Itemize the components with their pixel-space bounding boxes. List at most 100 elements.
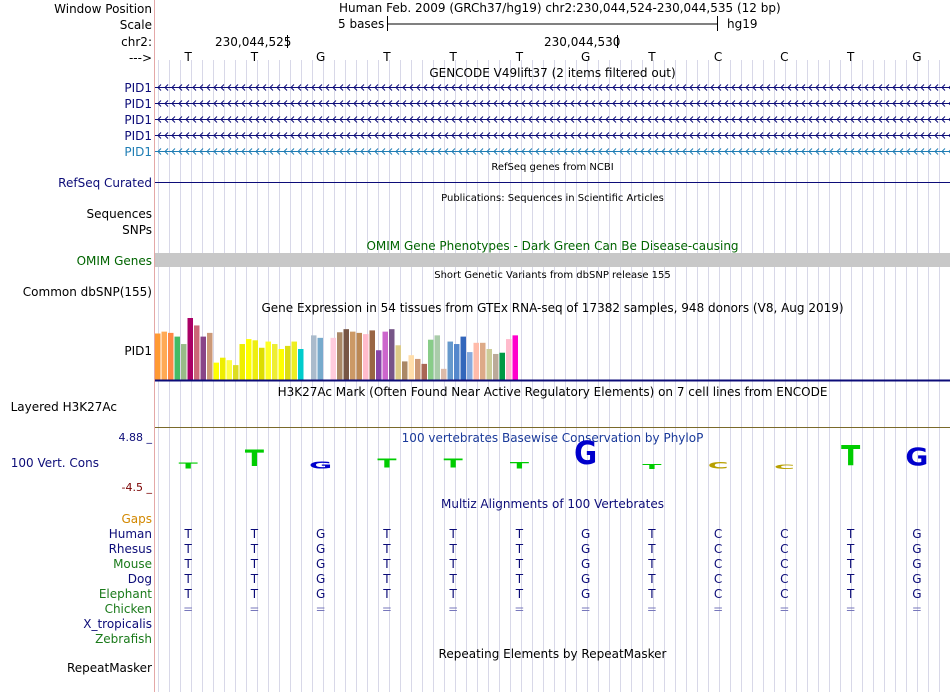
browser-track-area[interactable]: Human Feb. 2009 (GRCh37/hg19) chr2:230,0…: [155, 0, 950, 692]
gtex-gene-label[interactable]: PID1: [124, 344, 152, 358]
alignment-base: T: [383, 557, 391, 571]
reference-base: T: [515, 50, 524, 64]
species-label[interactable]: Human: [109, 527, 152, 541]
gtex-tissue-bar: [460, 336, 466, 380]
gtex-tissue-bar: [467, 352, 473, 380]
refseq-feature[interactable]: [155, 181, 950, 185]
alignment-base: C: [713, 572, 723, 586]
repeatmasker-title[interactable]: Repeating Elements by RepeatMasker: [155, 647, 950, 661]
gencode-item-label[interactable]: PID1: [124, 145, 152, 159]
omim-title[interactable]: OMIM Gene Phenotypes - Dark Green Can Be…: [155, 239, 950, 253]
species-label[interactable]: Rhesus: [109, 542, 152, 556]
gtex-tissue-bar: [506, 339, 512, 380]
alignment-base: C: [713, 542, 723, 556]
species-label[interactable]: X_tropicalis: [83, 617, 152, 631]
omim-feature-bar[interactable]: [155, 253, 950, 267]
alignment-base: T: [449, 572, 457, 586]
gtex-title[interactable]: Gene Expression in 54 tissues from GTEx …: [155, 301, 950, 315]
conservation-base-glyph: C: [774, 463, 795, 471]
publications-title[interactable]: Publications: Sequences in Scientific Ar…: [155, 193, 950, 205]
multiz-title[interactable]: Multiz Alignments of 100 Vertebrates: [155, 497, 950, 511]
gencode-title[interactable]: GENCODE V49lift37 (2 items filtered out): [155, 66, 950, 80]
h3k27ac-label[interactable]: Layered H3K27Ac: [11, 400, 117, 414]
gtex-tissue-bar: [298, 349, 304, 380]
gencode-item-label[interactable]: PID1: [124, 81, 152, 95]
conservation-base-glyph: T: [642, 462, 662, 471]
omim-genes-label[interactable]: OMIM Genes: [77, 254, 152, 268]
gencode-feature-4: [155, 148, 950, 155]
alignment-base: G: [912, 542, 922, 556]
alignment-base: T: [515, 542, 524, 556]
alignment-base: G: [315, 542, 326, 556]
gtex-tissue-bar: [421, 363, 427, 380]
reference-base: C: [780, 50, 789, 64]
gtex-tissue-bar: [304, 345, 310, 380]
gtex-tissue-bar: [447, 341, 453, 380]
gtex-tissue-bar: [285, 345, 291, 380]
refseq-title[interactable]: RefSeq genes from NCBI: [155, 162, 950, 174]
cons-ymin-label: -4.5 _: [121, 481, 152, 494]
common-dbsnp-label[interactable]: Common dbSNP(155): [23, 285, 152, 299]
alignment-base: T: [648, 557, 656, 571]
alignment-base: T: [449, 542, 457, 556]
alignment-base: T: [846, 527, 855, 541]
gtex-tissue-bar: [350, 331, 356, 380]
gtex-tissue-bar: [415, 358, 421, 380]
alignment-base: T: [648, 542, 656, 556]
alignment-base: G: [912, 572, 922, 586]
species-label[interactable]: Chicken: [105, 602, 152, 616]
gtex-tissue-bar: [473, 342, 479, 380]
reference-base: G: [315, 50, 326, 64]
alignment-base: G: [580, 527, 591, 541]
gtex-tissue-bar: [382, 331, 388, 380]
gtex-tissue-bar: [395, 345, 401, 380]
reference-base: T: [250, 50, 259, 64]
repeatmasker-label[interactable]: RepeatMasker: [67, 661, 152, 675]
species-label[interactable]: Dog: [128, 572, 152, 586]
gencode-item-label[interactable]: PID1: [124, 129, 152, 143]
gtex-tissue-bar: [376, 350, 382, 380]
alignment-base: G: [912, 557, 922, 571]
species-label[interactable]: Zebrafish: [95, 632, 152, 646]
gtex-tissue-bar: [512, 335, 518, 380]
gtex-tissue-bar: [291, 341, 297, 380]
species-label[interactable]: Mouse: [113, 557, 152, 571]
gtex-tissue-bar: [272, 344, 278, 380]
gtex-tissue-bar: [441, 368, 447, 380]
track-label-column: Window Position Scale chr2: ---> PID1 PI…: [0, 0, 155, 692]
gtex-tissue-bar: [363, 334, 369, 380]
alignment-base: C: [780, 542, 789, 556]
gencode-item-label[interactable]: PID1: [124, 97, 152, 111]
alignment-base: T: [383, 587, 391, 601]
gtex-tissue-bar: [259, 347, 265, 380]
reference-base: T: [184, 50, 192, 64]
alignment-base: T: [383, 572, 391, 586]
gtex-tissue-bar: [155, 333, 161, 380]
reference-base: G: [580, 50, 591, 64]
gtex-tissue-bar: [239, 344, 245, 380]
alignment-base: C: [780, 557, 789, 571]
gencode-item-label[interactable]: PID1: [124, 113, 152, 127]
alignment-base: T: [449, 557, 457, 571]
gtex-tissue-bar: [246, 339, 252, 380]
alignment-base: C: [713, 527, 723, 541]
gencode-feature-2: [155, 116, 950, 123]
cons-track-label[interactable]: 100 Vert. Cons: [11, 456, 99, 470]
gencode-features[interactable]: [155, 80, 950, 160]
alignment-base: =: [448, 602, 459, 616]
conservation-base-glyph: T: [377, 456, 397, 471]
h3k27ac-title[interactable]: H3K27Ac Mark (Often Found Near Active Re…: [155, 385, 950, 399]
alignment-base: G: [315, 572, 326, 586]
refseq-curated-label[interactable]: RefSeq Curated: [58, 176, 152, 190]
alignment-base: G: [912, 527, 922, 541]
dbsnp-title[interactable]: Short Genetic Variants from dbSNP releas…: [155, 270, 950, 282]
publications-sequences-label[interactable]: Sequences: [87, 207, 152, 221]
species-label[interactable]: Elephant: [99, 587, 152, 601]
h3k27ac-baseline: [155, 427, 950, 428]
alignment-base: =: [514, 602, 525, 616]
publications-snps-label[interactable]: SNPs: [122, 223, 152, 237]
gtex-tissue-bar: [389, 329, 395, 380]
gtex-bar-chart[interactable]: [155, 314, 950, 382]
alignment-base: =: [713, 602, 724, 616]
alignment-base: T: [383, 527, 391, 541]
